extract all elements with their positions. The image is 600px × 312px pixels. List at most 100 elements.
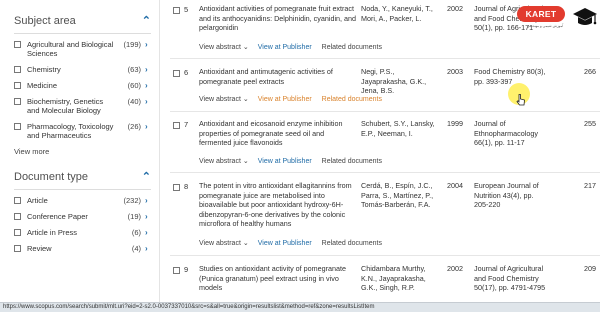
subject-area-title: Subject area — [14, 14, 76, 27]
result-citations[interactable]: 209 — [568, 264, 596, 273]
document-type-header[interactable]: Document type ⌃ — [14, 170, 151, 190]
related-documents-link[interactable]: Related documents — [322, 240, 382, 247]
facet-label: Biochemistry, Genetics and Molecular Bio… — [27, 97, 104, 115]
facet-item-agricultural[interactable]: Agricultural and Biological Sciences (19… — [14, 40, 151, 58]
view-at-publisher-link[interactable]: View at Publisher — [258, 44, 312, 51]
result-authors[interactable]: Chidambara Murthy, K.N., Jayaprakasha, G… — [361, 264, 441, 293]
result-year: 2003 — [447, 67, 463, 76]
facet-label: Pharmacology, Toxicology and Pharmaceuti… — [27, 122, 114, 140]
result-year: 2002 — [447, 264, 463, 273]
facet-count: (63) — [127, 65, 141, 74]
graduation-cap-icon — [573, 8, 597, 25]
related-documents-link[interactable]: Related documents — [322, 44, 382, 51]
facet-item-medicine[interactable]: Medicine (60) › — [14, 81, 151, 90]
facet-label: Conference Paper — [27, 212, 88, 221]
chevron-right-icon[interactable]: › — [145, 40, 151, 49]
chevron-right-icon[interactable]: › — [145, 65, 151, 74]
result-year: 1999 — [447, 119, 463, 128]
facet-item-pharmacology[interactable]: Pharmacology, Toxicology and Pharmaceuti… — [14, 122, 151, 140]
chevron-up-icon[interactable]: ⌃ — [142, 14, 151, 27]
facet-item-conference-paper[interactable]: Conference Paper (19) › — [14, 212, 151, 221]
view-at-publisher-link[interactable]: View at Publisher — [258, 96, 312, 103]
chevron-right-icon[interactable]: › — [145, 228, 151, 237]
related-documents-link[interactable]: Related documents — [322, 158, 382, 165]
row-divider — [170, 111, 600, 112]
result-title[interactable]: Antioxidant and antimutagenic activities… — [199, 67, 357, 86]
checkbox[interactable] — [14, 82, 21, 89]
view-abstract-button[interactable]: View abstract — [199, 96, 241, 103]
chevron-right-icon[interactable]: › — [145, 81, 151, 90]
result-year: 2004 — [447, 181, 463, 190]
result-actions: View abstract ⌄ View at Publisher Related… — [199, 239, 382, 247]
checkbox[interactable] — [14, 66, 21, 73]
chevron-down-icon[interactable]: ⌄ — [243, 44, 249, 51]
result-authors[interactable]: Cerdá, B., Espín, J.C., Parra, S., Martí… — [361, 181, 441, 210]
checkbox[interactable] — [14, 229, 21, 236]
result-title[interactable]: Antioxidant and eicosanoid enzyme inhibi… — [199, 119, 357, 148]
result-source[interactable]: European Journal of Nutrition 43(4), pp.… — [474, 181, 546, 210]
result-source[interactable]: Food Chemistry 80(3), pp. 393-397 — [474, 67, 546, 86]
result-citations[interactable]: 266 — [568, 67, 596, 76]
document-type-list: Article (232) › Conference Paper (19) › … — [14, 196, 151, 253]
result-title[interactable]: Studies on antioxidant activity of pomeg… — [199, 264, 357, 293]
result-citations[interactable]: 255 — [568, 119, 596, 128]
checkbox[interactable] — [14, 245, 21, 252]
browser-status-bar: https://www.scopus.com/search/submit/mlt… — [0, 302, 600, 312]
view-at-publisher-link[interactable]: View at Publisher — [258, 158, 312, 165]
result-source[interactable]: Journal of Ethnopharmacology 66(1), pp. … — [474, 119, 546, 148]
chevron-right-icon[interactable]: › — [145, 244, 151, 253]
result-authors[interactable]: Schubert, S.Y., Lansky, E.P., Neeman, I. — [361, 119, 441, 138]
view-at-publisher-link[interactable]: View at Publisher — [258, 240, 312, 247]
result-authors[interactable]: Noda, Y., Kaneyuki, T., Mori, A., Packer… — [361, 4, 441, 23]
pointer-cursor-icon — [516, 94, 525, 106]
result-authors[interactable]: Negi, P.S., Jayaprakasha, G.K., Jena, B.… — [361, 67, 441, 96]
subject-area-header[interactable]: Subject area ⌃ — [14, 14, 151, 34]
facet-item-biochemistry[interactable]: Biochemistry, Genetics and Molecular Bio… — [14, 97, 151, 115]
chevron-right-icon[interactable]: › — [145, 122, 151, 131]
document-type-title: Document type — [14, 170, 88, 183]
result-citations[interactable]: 217 — [568, 181, 596, 190]
result-checkbox[interactable] — [173, 122, 180, 129]
facet-item-chemistry[interactable]: Chemistry (63) › — [14, 65, 151, 74]
chevron-up-icon[interactable]: ⌃ — [142, 170, 151, 183]
row-divider — [170, 255, 600, 256]
checkbox[interactable] — [14, 197, 21, 204]
chevron-right-icon[interactable]: › — [145, 97, 151, 106]
result-checkbox[interactable] — [173, 7, 180, 14]
facet-count: (199) — [123, 40, 141, 49]
chevron-down-icon[interactable]: ⌄ — [243, 240, 249, 247]
view-more-link[interactable]: View more — [14, 147, 151, 156]
checkbox[interactable] — [14, 123, 21, 130]
result-title[interactable]: Antioxidant activities of pomegranate fr… — [199, 4, 357, 33]
checkbox[interactable] — [14, 98, 21, 105]
chevron-down-icon[interactable]: ⌄ — [243, 158, 249, 165]
view-abstract-button[interactable]: View abstract — [199, 240, 241, 247]
result-actions: View abstract ⌄ View at Publisher Related… — [199, 43, 382, 51]
facet-item-article-in-press[interactable]: Article in Press (6) › — [14, 228, 151, 237]
result-title[interactable]: The potent in vitro antioxidant ellagita… — [199, 181, 357, 229]
chevron-right-icon[interactable]: › — [145, 196, 151, 205]
facet-item-review[interactable]: Review (4) › — [14, 244, 151, 253]
filter-sidebar: Subject area ⌃ Agricultural and Biologic… — [0, 0, 160, 302]
facet-item-article[interactable]: Article (232) › — [14, 196, 151, 205]
facet-count: (26) — [127, 122, 141, 131]
chevron-right-icon[interactable]: › — [145, 212, 151, 221]
result-source[interactable]: Journal of Agricultural and Food Chemist… — [474, 264, 546, 293]
facet-label: Article in Press — [27, 228, 78, 237]
facet-label: Chemistry — [27, 65, 61, 74]
related-documents-link[interactable]: Related documents — [322, 96, 382, 103]
view-abstract-button[interactable]: View abstract — [199, 158, 241, 165]
result-checkbox[interactable] — [173, 70, 180, 77]
facet-count: (232) — [123, 196, 141, 205]
logo-tagline: آموزش شیمی و مهندسی — [526, 24, 564, 28]
result-checkbox[interactable] — [173, 184, 180, 191]
result-number: 5 — [184, 5, 189, 14]
result-checkbox[interactable] — [173, 267, 180, 274]
checkbox[interactable] — [14, 213, 21, 220]
checkbox[interactable] — [14, 41, 21, 48]
view-abstract-button[interactable]: View abstract — [199, 44, 241, 51]
facet-count: (4) — [131, 244, 141, 253]
result-number: 8 — [184, 182, 189, 191]
chevron-down-icon[interactable]: ⌄ — [243, 96, 249, 103]
result-actions: View abstract ⌄ View at Publisher Related… — [199, 157, 382, 165]
